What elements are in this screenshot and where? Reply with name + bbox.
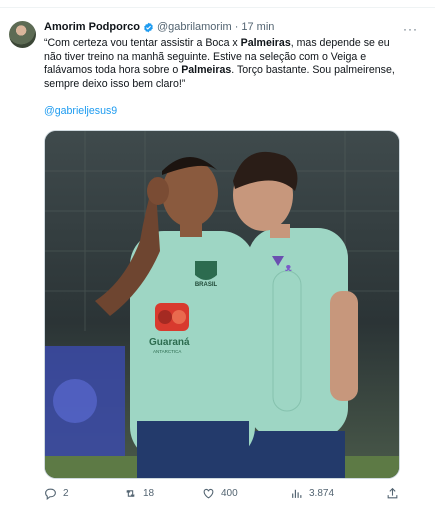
text-bold: Palmeiras [240,37,291,49]
like-icon [203,488,214,499]
share-button[interactable] [386,487,399,500]
author-name[interactable]: Amorim Podporco [44,21,140,33]
tweet-text: “Com certeza vou tentar assistir a Boca … [44,37,400,119]
views-count: 3.874 [309,488,335,499]
like-button[interactable]: 400 [202,487,238,500]
author-avatar[interactable] [9,21,36,48]
tweet: Amorim Podporco @gabrilamorim · 17 min “… [44,20,404,119]
share-icon [387,487,398,499]
crest-label: BRASIL [195,282,218,288]
repost-button[interactable]: 18 [124,487,154,500]
views-icon [292,489,302,498]
previous-tweet-actions-strip [0,0,435,8]
separator: · [234,21,239,33]
photo-illustration: ᴥ BRASIL Guaraná ANTARCTICA [45,131,399,478]
sponsor-sublabel: ANTARCTICA [153,349,181,354]
svg-text:ᴥ: ᴥ [285,262,292,274]
verified-badge-icon [144,22,153,32]
text-bold: Palmeiras [181,64,232,76]
repost-count: 18 [143,488,155,499]
tweet-photo[interactable]: ᴥ BRASIL Guaraná ANTARCTICA [44,130,400,479]
sponsor-label: Guaraná [149,337,190,348]
author-handle[interactable]: @gabrilamorim [157,21,232,33]
tweet-time[interactable]: 17 min [241,21,274,33]
text-part: “Com certeza vou tentar assistir a Boca … [44,37,241,49]
tweet-header: Amorim Podporco @gabrilamorim · 17 min [44,20,404,34]
like-count: 400 [221,488,238,499]
views-button[interactable]: 3.874 [290,487,334,500]
more-icon[interactable]: ··· [403,22,418,36]
repost-icon [126,490,135,497]
tweet-actions: 2 18 400 3.874 [44,487,400,501]
reply-icon [45,488,56,500]
reply-button[interactable]: 2 [44,487,69,500]
mention-link[interactable]: @gabrieljesus9 [44,105,400,119]
reply-count: 2 [63,488,69,499]
